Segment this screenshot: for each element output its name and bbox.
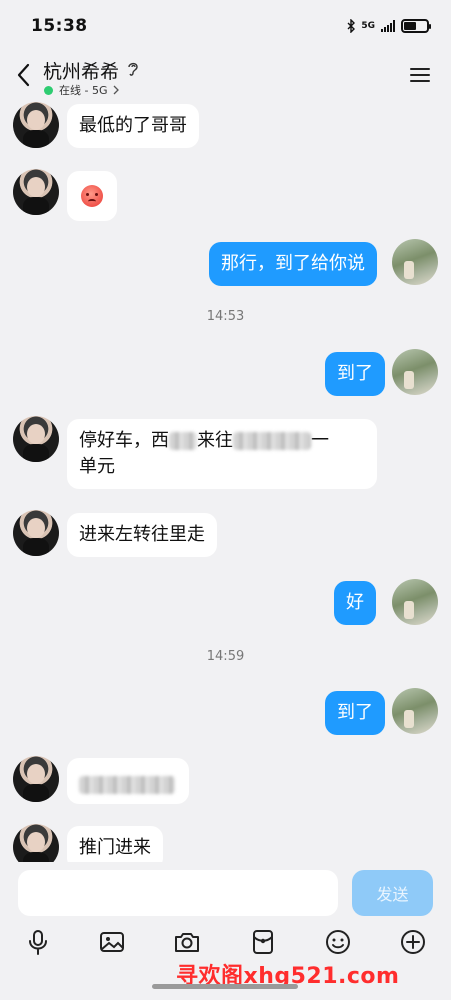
contact-name[interactable]: 杭州希希 xyxy=(43,57,119,84)
contact-avatar[interactable] xyxy=(13,510,59,556)
ear-icon[interactable] xyxy=(126,61,140,77)
online-status-text: 在线 - 5G xyxy=(59,84,108,97)
redacted-text xyxy=(233,432,311,450)
online-dot-icon xyxy=(44,85,53,95)
message-bubble-incoming[interactable] xyxy=(67,758,189,804)
input-toolbar xyxy=(0,928,451,958)
image-icon[interactable] xyxy=(98,928,126,956)
message-line-1: 停好车，西 来往 一 xyxy=(79,428,365,454)
chevron-right-icon xyxy=(113,85,119,95)
microphone-icon[interactable] xyxy=(24,928,52,956)
my-avatar[interactable] xyxy=(392,349,438,395)
message-text: 一 xyxy=(311,430,329,451)
my-avatar[interactable] xyxy=(392,579,438,625)
camera-icon[interactable] xyxy=(173,928,201,956)
message-text: 到了 xyxy=(337,702,373,723)
message-bubble-incoming[interactable]: 推门进来 xyxy=(67,826,163,862)
message-text: 到了 xyxy=(337,363,373,384)
red-packet-icon[interactable] xyxy=(249,928,277,956)
message-text: 最低的了哥哥 xyxy=(79,115,187,136)
back-arrow-icon[interactable] xyxy=(14,62,34,88)
redacted-text xyxy=(79,776,175,794)
my-avatar[interactable] xyxy=(392,239,438,285)
message-bubble-outgoing[interactable]: 到了 xyxy=(325,352,385,396)
message-bubble-incoming[interactable] xyxy=(67,171,117,221)
message-text: 好 xyxy=(346,592,364,613)
angry-face-emoji-icon xyxy=(81,185,103,207)
contact-avatar[interactable] xyxy=(13,824,59,862)
message-timestamp: 14:53 xyxy=(206,309,245,324)
signal-icon xyxy=(381,20,395,32)
redacted-text xyxy=(169,432,197,450)
message-timestamp: 14:59 xyxy=(206,649,245,664)
status-icons: 5G xyxy=(347,19,431,33)
network-type-label: 5G xyxy=(361,21,375,31)
send-button[interactable]: 发送 xyxy=(352,870,433,916)
message-bubble-outgoing[interactable]: 那行，到了给你说 xyxy=(209,242,377,286)
contact-avatar[interactable] xyxy=(13,756,59,802)
message-bubble-incoming[interactable]: 最低的了哥哥 xyxy=(67,104,199,148)
message-text: 那行，到了给你说 xyxy=(221,253,365,274)
message-bubble-incoming[interactable]: 停好车，西 来往 一 单元 xyxy=(67,419,377,489)
message-input[interactable] xyxy=(18,870,338,916)
message-bubble-outgoing[interactable]: 好 xyxy=(334,581,376,625)
message-bubble-outgoing[interactable]: 到了 xyxy=(325,691,385,735)
status-bar: 15:38 5G xyxy=(0,0,451,52)
message-text: 推门进来 xyxy=(79,837,151,858)
message-text: 来往 xyxy=(197,430,233,451)
menu-icon[interactable] xyxy=(410,67,430,83)
battery-icon xyxy=(401,19,431,33)
online-status-row[interactable]: 在线 - 5G xyxy=(44,82,119,98)
chat-messages[interactable]: 最低的了哥哥 那行，到了给你说 14:53 到了 停好车，西 来往 一 单元 进来左… xyxy=(0,102,451,862)
message-text: 停好车，西 xyxy=(79,430,169,451)
contact-avatar[interactable] xyxy=(13,416,59,462)
input-area: 发送 寻欢阁xhg521.com xyxy=(0,862,451,1000)
message-text: 单元 xyxy=(79,456,115,477)
contact-avatar[interactable] xyxy=(13,102,59,148)
message-text: 进来左转往里走 xyxy=(79,524,205,545)
my-avatar[interactable] xyxy=(392,688,438,734)
message-bubble-incoming[interactable]: 进来左转往里走 xyxy=(67,513,217,557)
plus-icon[interactable] xyxy=(399,928,427,956)
bluetooth-icon xyxy=(347,19,356,33)
home-indicator[interactable] xyxy=(152,984,298,989)
emoji-icon[interactable] xyxy=(324,928,352,956)
status-time: 15:38 xyxy=(31,16,88,36)
chat-header: 杭州希希 在线 - 5G xyxy=(0,52,451,102)
contact-avatar[interactable] xyxy=(13,169,59,215)
